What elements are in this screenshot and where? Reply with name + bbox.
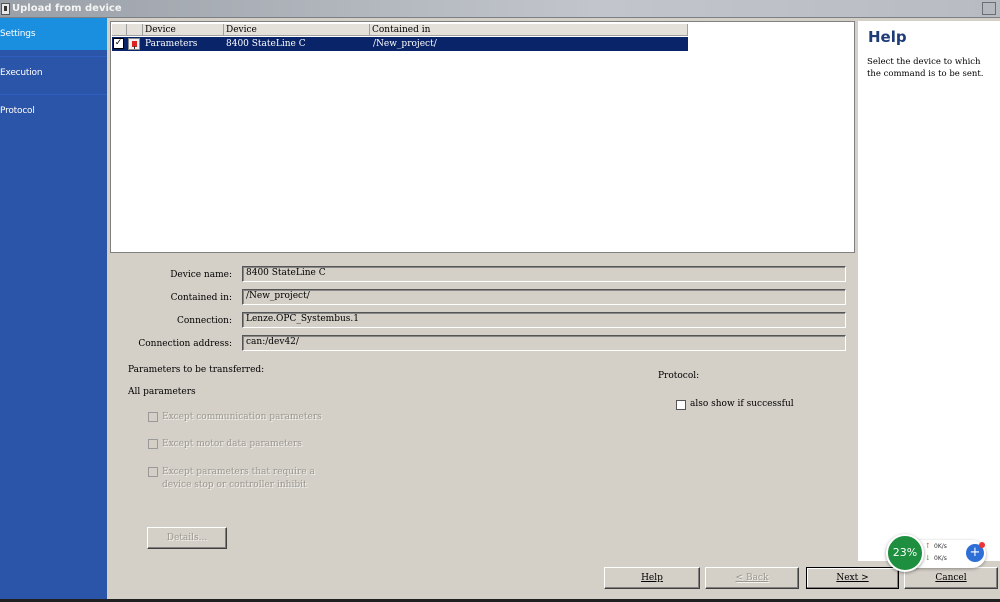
device-icon [128,38,140,50]
notification-badge [979,542,985,548]
back-button[interactable]: < Back [705,567,799,589]
title-bar: Upload from device [0,0,1000,18]
upload-icon [1,3,10,15]
upload-speed: 0K/s [934,543,947,550]
network-speed-widget[interactable]: 23% ↑ 0K/s ↓ 0K/s + [886,534,988,574]
window-title: Upload from device [12,3,122,14]
nav-item-execution[interactable]: Execution [0,56,107,94]
device-name-field: 8400 StateLine C [242,266,846,282]
download-arrow-icon: ↓ [925,554,931,562]
contained-in-label: Contained in: [170,293,232,303]
nav-item-settings[interactable]: Settings [0,18,107,50]
except-motor-checkbox[interactable] [148,439,158,449]
except-stop-checkbox[interactable] [148,467,158,477]
close-icon[interactable] [982,2,996,15]
connection-address-label: Connection address: [138,339,232,349]
connection-address-field: can:/dev42/ [242,335,846,351]
nav-item-protocol[interactable]: Protocol [0,94,107,132]
help-pane: Help Select the device to which the comm… [858,21,1000,561]
column-header-device[interactable]: Device [224,24,370,36]
network-usage-indicator[interactable]: 23% [886,534,924,572]
column-header-icon[interactable] [127,24,143,36]
except-stop-label-line1: Except parameters that require a [162,467,315,477]
help-button[interactable]: Help [604,567,700,589]
column-header-check[interactable] [112,24,127,36]
connection-label: Connection: [176,316,232,326]
row-device: 8400 StateLine C [226,39,306,49]
help-text: Select the device to which the command i… [867,57,984,79]
parameters-heading: Parameters to be transferred: [128,365,265,375]
also-show-checkbox[interactable] [676,400,686,410]
row-command: Parameters [145,39,198,49]
except-communication-checkbox[interactable] [148,412,158,422]
also-show-label: also show if successful [690,399,794,409]
protocol-label: Protocol: [658,371,700,381]
upload-arrow-icon: ↑ [925,542,931,550]
download-speed: 0K/s [934,555,947,562]
except-communication-label: Except communication parameters [162,412,322,422]
contained-in-field: /New_project/ [242,289,846,305]
device-command-list[interactable]: Device command Device Contained in ✓ Par… [110,21,855,253]
row-contained-in: /New_project/ [373,39,437,49]
except-motor-label: Except motor data parameters [162,439,302,449]
table-row[interactable]: ✓ Parameters 8400 StateLine C /New_proje… [112,37,688,51]
help-title: Help [868,28,907,46]
except-stop-label-line2: device stop or controller inhibit [162,480,307,490]
column-header-command[interactable]: Device command [143,24,224,47]
column-header-contained-in[interactable]: Contained in [370,24,688,36]
connection-field: Lenze.OPC_Systembus.1 [242,312,846,328]
wizard-nav: Settings Execution Protocol [0,18,107,602]
row-checkbox[interactable]: ✓ [113,38,124,49]
details-button[interactable]: Details... [147,527,227,549]
all-parameters-label: All parameters [128,387,196,397]
device-name-label: Device name: [170,270,232,280]
